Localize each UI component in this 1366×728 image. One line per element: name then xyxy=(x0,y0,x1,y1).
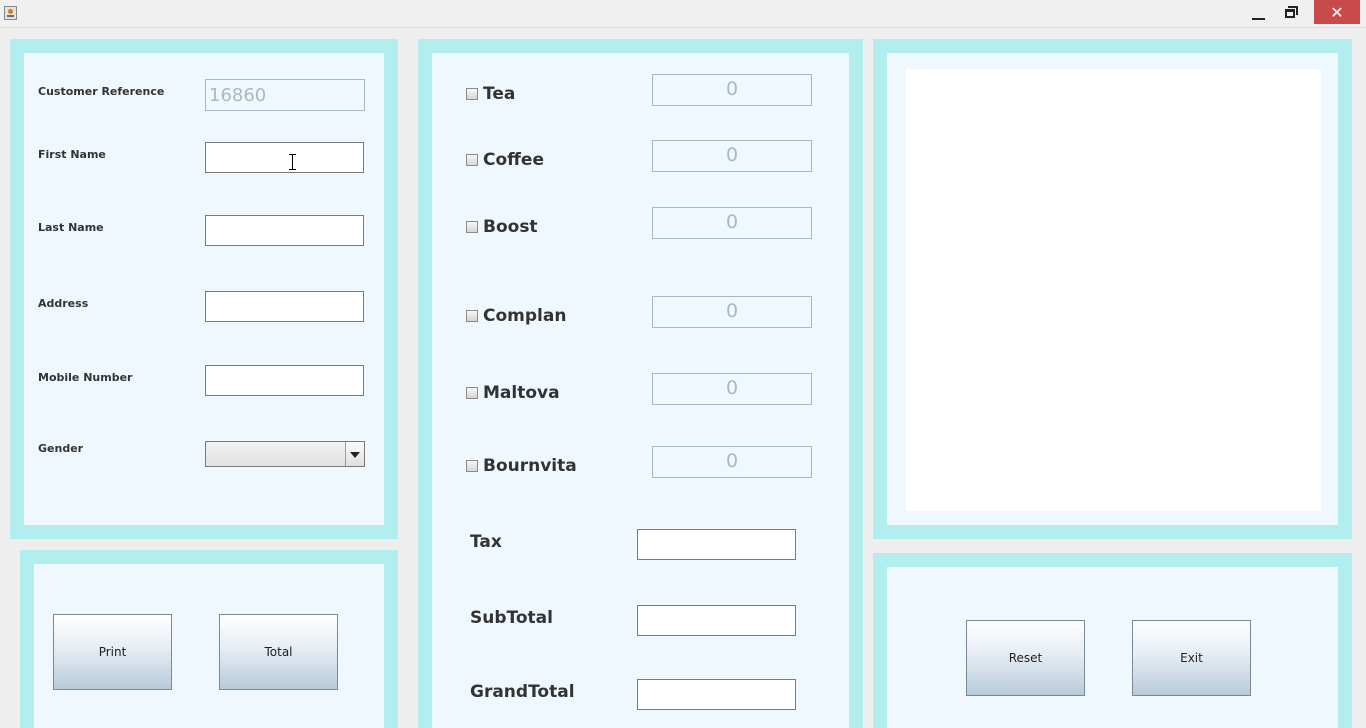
first-name-label: First Name xyxy=(38,148,106,161)
item-boost-checkbox[interactable] xyxy=(466,221,478,233)
item-tea-label: Tea xyxy=(483,84,516,104)
item-bournvita-checkbox[interactable] xyxy=(466,460,478,472)
gender-select[interactable] xyxy=(205,441,365,467)
control-panel xyxy=(873,553,1352,728)
item-boost-label: Boost xyxy=(483,217,538,237)
close-icon: ✕ xyxy=(1330,2,1344,22)
item-complan-label: Complan xyxy=(483,306,567,326)
tax-label: Tax xyxy=(470,532,502,552)
item-bournvita-qty[interactable]: 0 xyxy=(652,446,812,478)
grandtotal-field[interactable] xyxy=(637,679,796,710)
item-tea-checkbox[interactable] xyxy=(466,88,478,100)
reset-button[interactable]: Reset xyxy=(966,620,1085,696)
mobile-number-field[interactable] xyxy=(205,365,364,396)
print-button[interactable]: Print xyxy=(53,614,172,690)
item-coffee-checkbox[interactable] xyxy=(466,154,478,166)
subtotal-field[interactable] xyxy=(637,605,796,636)
item-maltova-checkbox[interactable] xyxy=(466,387,478,399)
item-coffee-label: Coffee xyxy=(483,150,544,170)
item-boost-qty[interactable]: 0 xyxy=(652,207,812,239)
address-field[interactable] xyxy=(205,291,364,322)
tax-field[interactable] xyxy=(637,529,796,560)
java-app-icon xyxy=(4,6,17,20)
customer-reference-field[interactable] xyxy=(205,79,365,111)
receipt-textarea[interactable] xyxy=(906,69,1321,511)
item-tea-qty[interactable]: 0 xyxy=(652,74,812,106)
grandtotal-label: GrandTotal xyxy=(470,682,575,702)
chevron-down-icon[interactable] xyxy=(345,442,364,466)
maximize-button[interactable] xyxy=(1274,0,1306,27)
maximize-icon xyxy=(1285,6,1298,18)
item-bournvita-label: Bournvita xyxy=(483,456,577,476)
item-complan-qty[interactable]: 0 xyxy=(652,296,812,328)
item-maltova-label: Maltova xyxy=(483,383,560,403)
item-coffee-qty[interactable]: 0 xyxy=(652,140,812,172)
close-button[interactable]: ✕ xyxy=(1314,0,1360,24)
minimize-button[interactable] xyxy=(1242,0,1274,27)
customer-reference-label: Customer Reference xyxy=(38,85,165,98)
subtotal-label: SubTotal xyxy=(470,608,553,628)
text-cursor-icon xyxy=(289,154,296,170)
minimize-icon xyxy=(1251,17,1265,20)
address-label: Address xyxy=(38,297,89,310)
first-name-field[interactable] xyxy=(205,142,364,173)
exit-button[interactable]: Exit xyxy=(1132,620,1251,696)
gender-label: Gender xyxy=(38,442,84,455)
mobile-number-label: Mobile Number xyxy=(38,371,133,384)
last-name-field[interactable] xyxy=(205,215,364,246)
total-button[interactable]: Total xyxy=(219,614,338,690)
item-maltova-qty[interactable]: 0 xyxy=(652,373,812,405)
item-complan-checkbox[interactable] xyxy=(466,310,478,322)
control-panel-body xyxy=(887,567,1338,728)
last-name-label: Last Name xyxy=(38,221,104,234)
title-bar xyxy=(0,0,1366,28)
